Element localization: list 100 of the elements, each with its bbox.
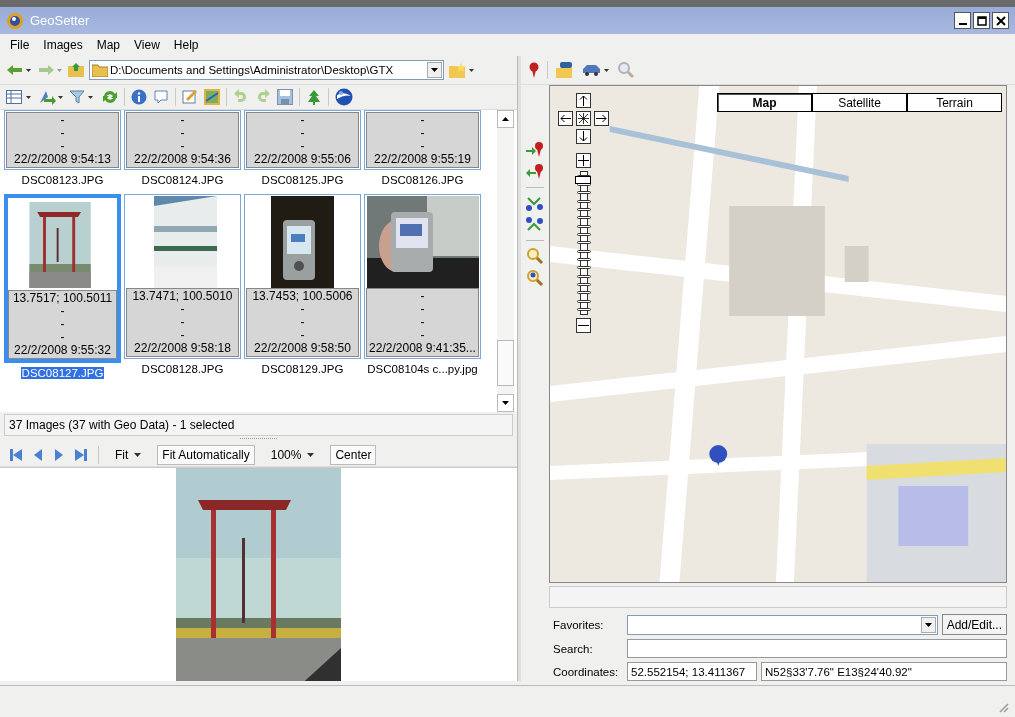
close-button[interactable] [992,12,1009,29]
globe-icon[interactable] [335,88,353,106]
thumbnail[interactable]: - - - 22/2/2008 9:54:13 [4,110,121,170]
next-icon[interactable] [54,448,64,461]
info-line: 22/2/2008 9:55:06 [254,153,351,166]
folder-car-icon[interactable] [556,62,574,78]
file-name[interactable]: DSC08126.JPG [380,174,465,186]
file-name[interactable]: DSC08128.JPG [140,363,225,375]
back-arrow-icon[interactable] [6,64,32,76]
minimize-button[interactable] [954,12,971,29]
scroll-up-button[interactable] [497,110,514,128]
dms-coordinates-field[interactable]: N52§33'7.76" E13§24'40.92" [761,662,1007,681]
info-line: - [420,290,425,303]
decimal-coordinates-field[interactable]: 52.552154; 13.411367 [627,662,757,681]
thumbnail[interactable]: - - - 22/2/2008 9:55:06 [244,110,361,170]
up-arrow-icon [502,117,509,121]
file-name[interactable]: DSC08125.JPG [260,174,345,186]
file-name[interactable]: DSC08127.JPG [20,367,105,379]
thumbnail[interactable]: - - - 22/2/2008 9:54:36 [124,110,241,170]
zoom-out-button[interactable] [576,318,591,333]
zoom-thumb[interactable] [574,176,591,184]
info-line: - [300,114,305,127]
info-line: 13.7517; 100.5011 [12,292,113,305]
filter-icon[interactable] [70,90,96,104]
thumbnail[interactable]: 13.7453; 100.5006 - - - 22/2/2008 9:58:50 [244,194,361,359]
thumbnail[interactable]: 13.7517; 100.5011 - - - 22/2/2008 9:55:32 [4,194,121,363]
coordinates-label: Coordinates: [553,665,620,678]
scrollbar[interactable] [497,110,514,412]
maximize-icon [976,15,987,26]
scroll-thumb[interactable] [497,340,514,386]
dropdown-button[interactable]: 100% [265,444,320,465]
save-icon[interactable] [277,89,293,105]
dropdown-button[interactable]: Fit [110,444,147,465]
map-type-button[interactable]: Map [717,93,812,112]
map-type-button[interactable]: Terrain [907,93,1002,112]
dropdown-button[interactable] [427,62,442,78]
pan-down-button[interactable] [576,129,591,144]
info-line: 22/2/2008 9:55:32 [14,344,111,357]
resize-grip-icon[interactable] [997,701,1009,713]
pan-left-button[interactable] [558,111,573,126]
center-button[interactable] [576,111,591,126]
info-line: 22/2/2008 9:58:18 [134,342,231,355]
add-edit-button[interactable]: Add/Edit... [941,614,1007,635]
info-line: 13.7471; 100.5010 [132,290,233,303]
menu-item[interactable]: File [10,38,30,52]
toggle-button[interactable]: Fit Automatically [157,444,255,465]
file-name[interactable]: DSC08129.JPG [260,363,345,375]
thumbnail[interactable]: - - - - 22/2/2008 9:41:35... [364,194,481,359]
first-icon[interactable] [10,448,22,461]
info-line: - [420,316,425,329]
thumbnail[interactable]: 13.7471; 100.5010 - - - 22/2/2008 9:58:18 [124,194,241,359]
down-arrow-icon [502,401,509,405]
speech-bubble-icon[interactable] [153,89,169,105]
map-type-button[interactable]: Satellite [812,93,907,112]
refresh-icon[interactable] [102,89,118,105]
info-line: - [180,329,185,342]
map-image-icon[interactable] [204,89,220,105]
info-line: - [300,127,305,140]
tree-icon[interactable] [306,89,322,105]
last-icon[interactable] [75,448,87,461]
file-name[interactable]: DSC08104s c...py.jpg [366,363,479,375]
grid-view-icon[interactable] [6,90,32,104]
pan-up-button[interactable] [576,93,591,108]
star-icon [578,113,589,124]
path-combo[interactable]: D:\Documents and Settings\Administrator\Desktop\GTX [89,60,444,80]
file-name[interactable]: DSC08124.JPG [140,174,225,186]
favorites-label: Favorites: [553,618,605,631]
status-text: 37 Images (37 with Geo Data) - 1 selected [4,414,513,436]
thumbnail[interactable]: - - - 22/2/2008 9:55:19 [364,110,481,170]
pan-right-button[interactable] [594,111,609,126]
info-line: - [180,140,185,153]
car-icon[interactable] [582,64,610,76]
route-icon[interactable] [526,194,544,212]
menu-item[interactable]: Map [96,38,121,52]
zoom-in-button[interactable] [576,153,591,168]
info-icon[interactable] [131,89,147,105]
scroll-down-button[interactable] [497,394,514,412]
menu-item[interactable]: View [134,38,160,52]
pin-icon[interactable] [529,62,539,78]
menu-item[interactable]: Help [173,38,199,52]
info-line: - [180,303,185,316]
info-line: 13.7453; 100.5006 [252,290,353,303]
file-name[interactable]: DSC08123.JPG [20,174,105,186]
info-line: - [60,140,65,153]
globe-pin-icon [6,11,24,30]
arrows-icon[interactable] [38,89,64,105]
right-arrow-icon [596,114,607,123]
info-line: - [60,318,65,331]
folder-up-icon[interactable] [68,63,84,77]
maximize-button[interactable] [973,12,990,29]
previous-icon[interactable] [33,448,43,461]
folder-star-icon[interactable] [449,62,475,78]
menu-item[interactable]: Images [43,38,83,52]
dropdown-button[interactable] [920,616,936,633]
minimize-icon [958,23,967,25]
zoom-pin-icon[interactable] [526,269,544,287]
toggle-button[interactable]: Center [330,444,377,465]
zoom-icon[interactable] [526,247,544,265]
search-field[interactable] [627,639,1007,658]
info-line: - [300,140,305,153]
